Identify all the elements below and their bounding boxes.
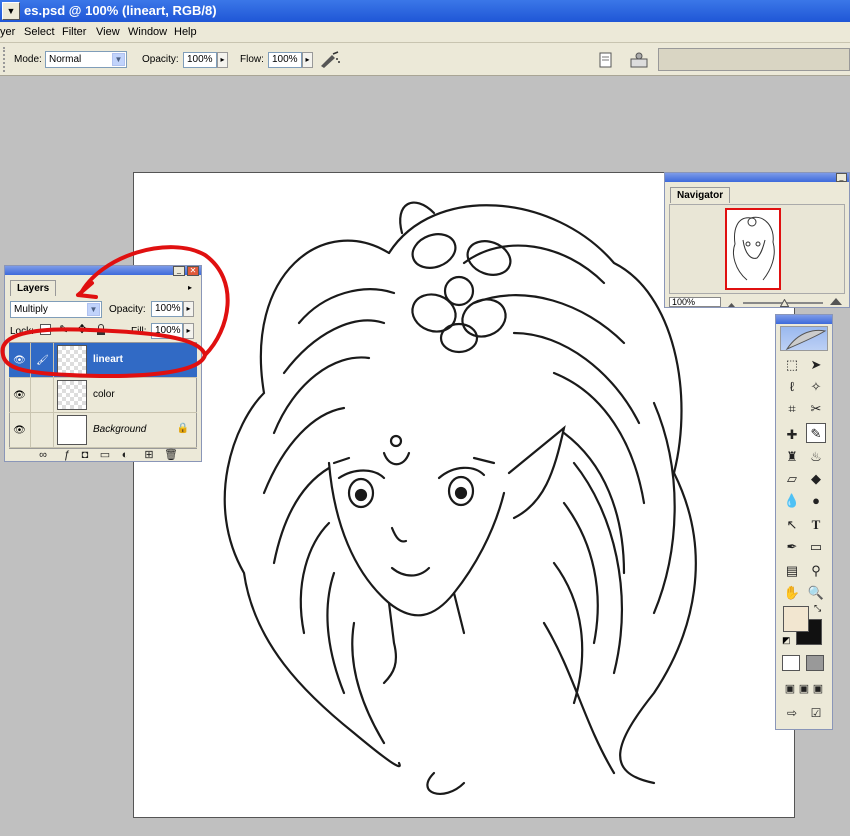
eraser-icon[interactable]: ▱ bbox=[782, 469, 802, 489]
zoom-icon[interactable]: 🔍 bbox=[806, 583, 826, 603]
flow-flyout-button[interactable]: ▸ bbox=[302, 52, 313, 68]
wand-icon[interactable]: ✧ bbox=[806, 377, 826, 397]
zoom-slider-handle[interactable] bbox=[779, 298, 790, 307]
flow-label: Flow: bbox=[240, 54, 264, 65]
pen-icon[interactable]: ✒ bbox=[782, 537, 802, 557]
bucket-icon[interactable]: ◆ bbox=[806, 469, 826, 489]
layer-thumbnail bbox=[57, 415, 87, 445]
blur-icon[interactable]: 💧 bbox=[782, 491, 802, 511]
navigator-tab[interactable]: Navigator bbox=[670, 187, 731, 203]
navigator-panel-titlebar[interactable] bbox=[665, 173, 849, 182]
toggle-palette-icon[interactable] bbox=[628, 49, 650, 71]
layer-name[interactable]: color bbox=[93, 389, 115, 400]
marquee-icon[interactable]: ⬚ bbox=[782, 355, 802, 375]
default-colors-icon[interactable]: ◩ bbox=[782, 635, 791, 646]
shape-icon[interactable]: ▭ bbox=[806, 537, 826, 557]
heal-icon[interactable]: ✚ bbox=[782, 425, 802, 445]
feather-logo bbox=[780, 326, 828, 351]
options-grip[interactable] bbox=[3, 47, 7, 72]
eyedropper-icon[interactable]: ⚲ bbox=[806, 561, 826, 581]
select-arrow-icon[interactable]: ↖ bbox=[782, 515, 802, 535]
link-layers-icon[interactable]: ∞ bbox=[33, 445, 53, 465]
navigator-preview bbox=[669, 204, 845, 294]
slice-icon[interactable]: ✂ bbox=[806, 399, 826, 419]
window-title: es.psd @ 100% (lineart, RGB/8) bbox=[24, 3, 217, 18]
system-menu-button[interactable]: ▼ bbox=[2, 2, 20, 20]
opacity-flyout-button[interactable]: ▸ bbox=[217, 52, 228, 68]
layer-style-icon[interactable]: ƒ bbox=[57, 445, 77, 465]
opacity-label: Opacity: bbox=[142, 54, 179, 65]
lock-icon: 🔒 bbox=[176, 423, 189, 434]
airbrush-icon[interactable] bbox=[318, 51, 342, 69]
trash-icon[interactable]: 🗑 bbox=[161, 445, 181, 465]
navigator-thumbnail bbox=[733, 216, 775, 281]
mode-label: Mode: bbox=[14, 54, 42, 65]
options-bar: Mode: Normal ▼ Opacity: 100% ▸ Flow: 100… bbox=[0, 43, 850, 76]
swap-colors-icon[interactable]: ⤡ bbox=[814, 603, 821, 614]
mode-value: Normal bbox=[49, 54, 82, 65]
palette-well[interactable] bbox=[658, 48, 850, 71]
move-icon[interactable]: ➤ bbox=[806, 355, 826, 375]
flow-input[interactable]: 100% bbox=[268, 52, 302, 68]
visibility-eye-icon[interactable]: 👁 bbox=[9, 413, 31, 448]
window-titlebar: ▼ es.psd @ 100% (lineart, RGB/8) bbox=[0, 0, 850, 22]
navigator-panel: _ Navigator 100% bbox=[664, 172, 850, 308]
toolbox: ⬚ ➤ ℓ ✧ ⌗ ✂ ✚ ✎ ♜ ♨ ▱ ◆ 💧 ● ↖ T ✒ ▭ ▤ ⚲ … bbox=[775, 314, 833, 730]
lasso-icon[interactable]: ℓ bbox=[782, 377, 802, 397]
file-browser-icon[interactable] bbox=[597, 51, 615, 69]
quick-mask-icon[interactable] bbox=[806, 655, 824, 671]
menu-window[interactable]: Window bbox=[128, 26, 167, 38]
menu-view[interactable]: View bbox=[96, 26, 120, 38]
new-layer-icon[interactable]: ⊞ bbox=[139, 445, 159, 465]
menu-select[interactable]: Select bbox=[24, 26, 55, 38]
link-slot[interactable] bbox=[32, 413, 54, 448]
menu-layer[interactable]: yer bbox=[0, 26, 15, 38]
crop-icon[interactable]: ⌗ bbox=[782, 399, 802, 419]
foreground-color-swatch[interactable] bbox=[783, 606, 809, 632]
zoom-field[interactable]: 100% bbox=[669, 297, 721, 307]
layers-footer: ∞ ƒ ◘ ▭ ◐ ⊞ 🗑 bbox=[9, 449, 197, 461]
view-box[interactable] bbox=[725, 208, 781, 290]
menu-bar: yer Select Filter View Window Help bbox=[0, 22, 850, 43]
zoom-in-icon[interactable] bbox=[829, 297, 843, 306]
standard-mode-icon[interactable] bbox=[782, 655, 800, 671]
layer-name[interactable]: Background bbox=[93, 424, 146, 435]
menu-help[interactable]: Help bbox=[174, 26, 197, 38]
hand-icon[interactable]: ✋ bbox=[782, 583, 802, 603]
brush-tool-icon[interactable]: ✎ bbox=[806, 423, 826, 443]
history-brush-icon[interactable]: ♨ bbox=[806, 447, 826, 467]
toolbox-titlebar[interactable] bbox=[776, 315, 832, 324]
jump-to-imageready-icon[interactable]: ⇨ bbox=[782, 703, 802, 723]
adjustment-layer-icon[interactable]: ◐ bbox=[115, 445, 135, 465]
new-group-icon[interactable]: ▭ bbox=[95, 445, 115, 465]
menu-filter[interactable]: Filter bbox=[62, 26, 86, 38]
chevron-down-icon: ▼ bbox=[112, 53, 125, 66]
screen-mode-full-icon[interactable]: ▣ bbox=[808, 679, 828, 699]
stamp-icon[interactable]: ♜ bbox=[782, 447, 802, 467]
layer-row-background[interactable]: 👁 Background 🔒 bbox=[9, 413, 197, 448]
minimize-button[interactable]: _ bbox=[836, 173, 847, 182]
opacity-input[interactable]: 100% bbox=[183, 52, 217, 68]
zoom-out-icon[interactable] bbox=[727, 299, 736, 307]
red-annotation bbox=[0, 245, 230, 378]
mode-select[interactable]: Normal ▼ bbox=[45, 51, 127, 68]
add-mask-icon[interactable]: ◘ bbox=[75, 445, 95, 465]
type-icon[interactable]: T bbox=[806, 515, 826, 535]
checkmark-icon[interactable]: ☑ bbox=[806, 703, 826, 723]
dodge-icon[interactable]: ● bbox=[806, 491, 826, 511]
notes-icon[interactable]: ▤ bbox=[782, 561, 802, 581]
